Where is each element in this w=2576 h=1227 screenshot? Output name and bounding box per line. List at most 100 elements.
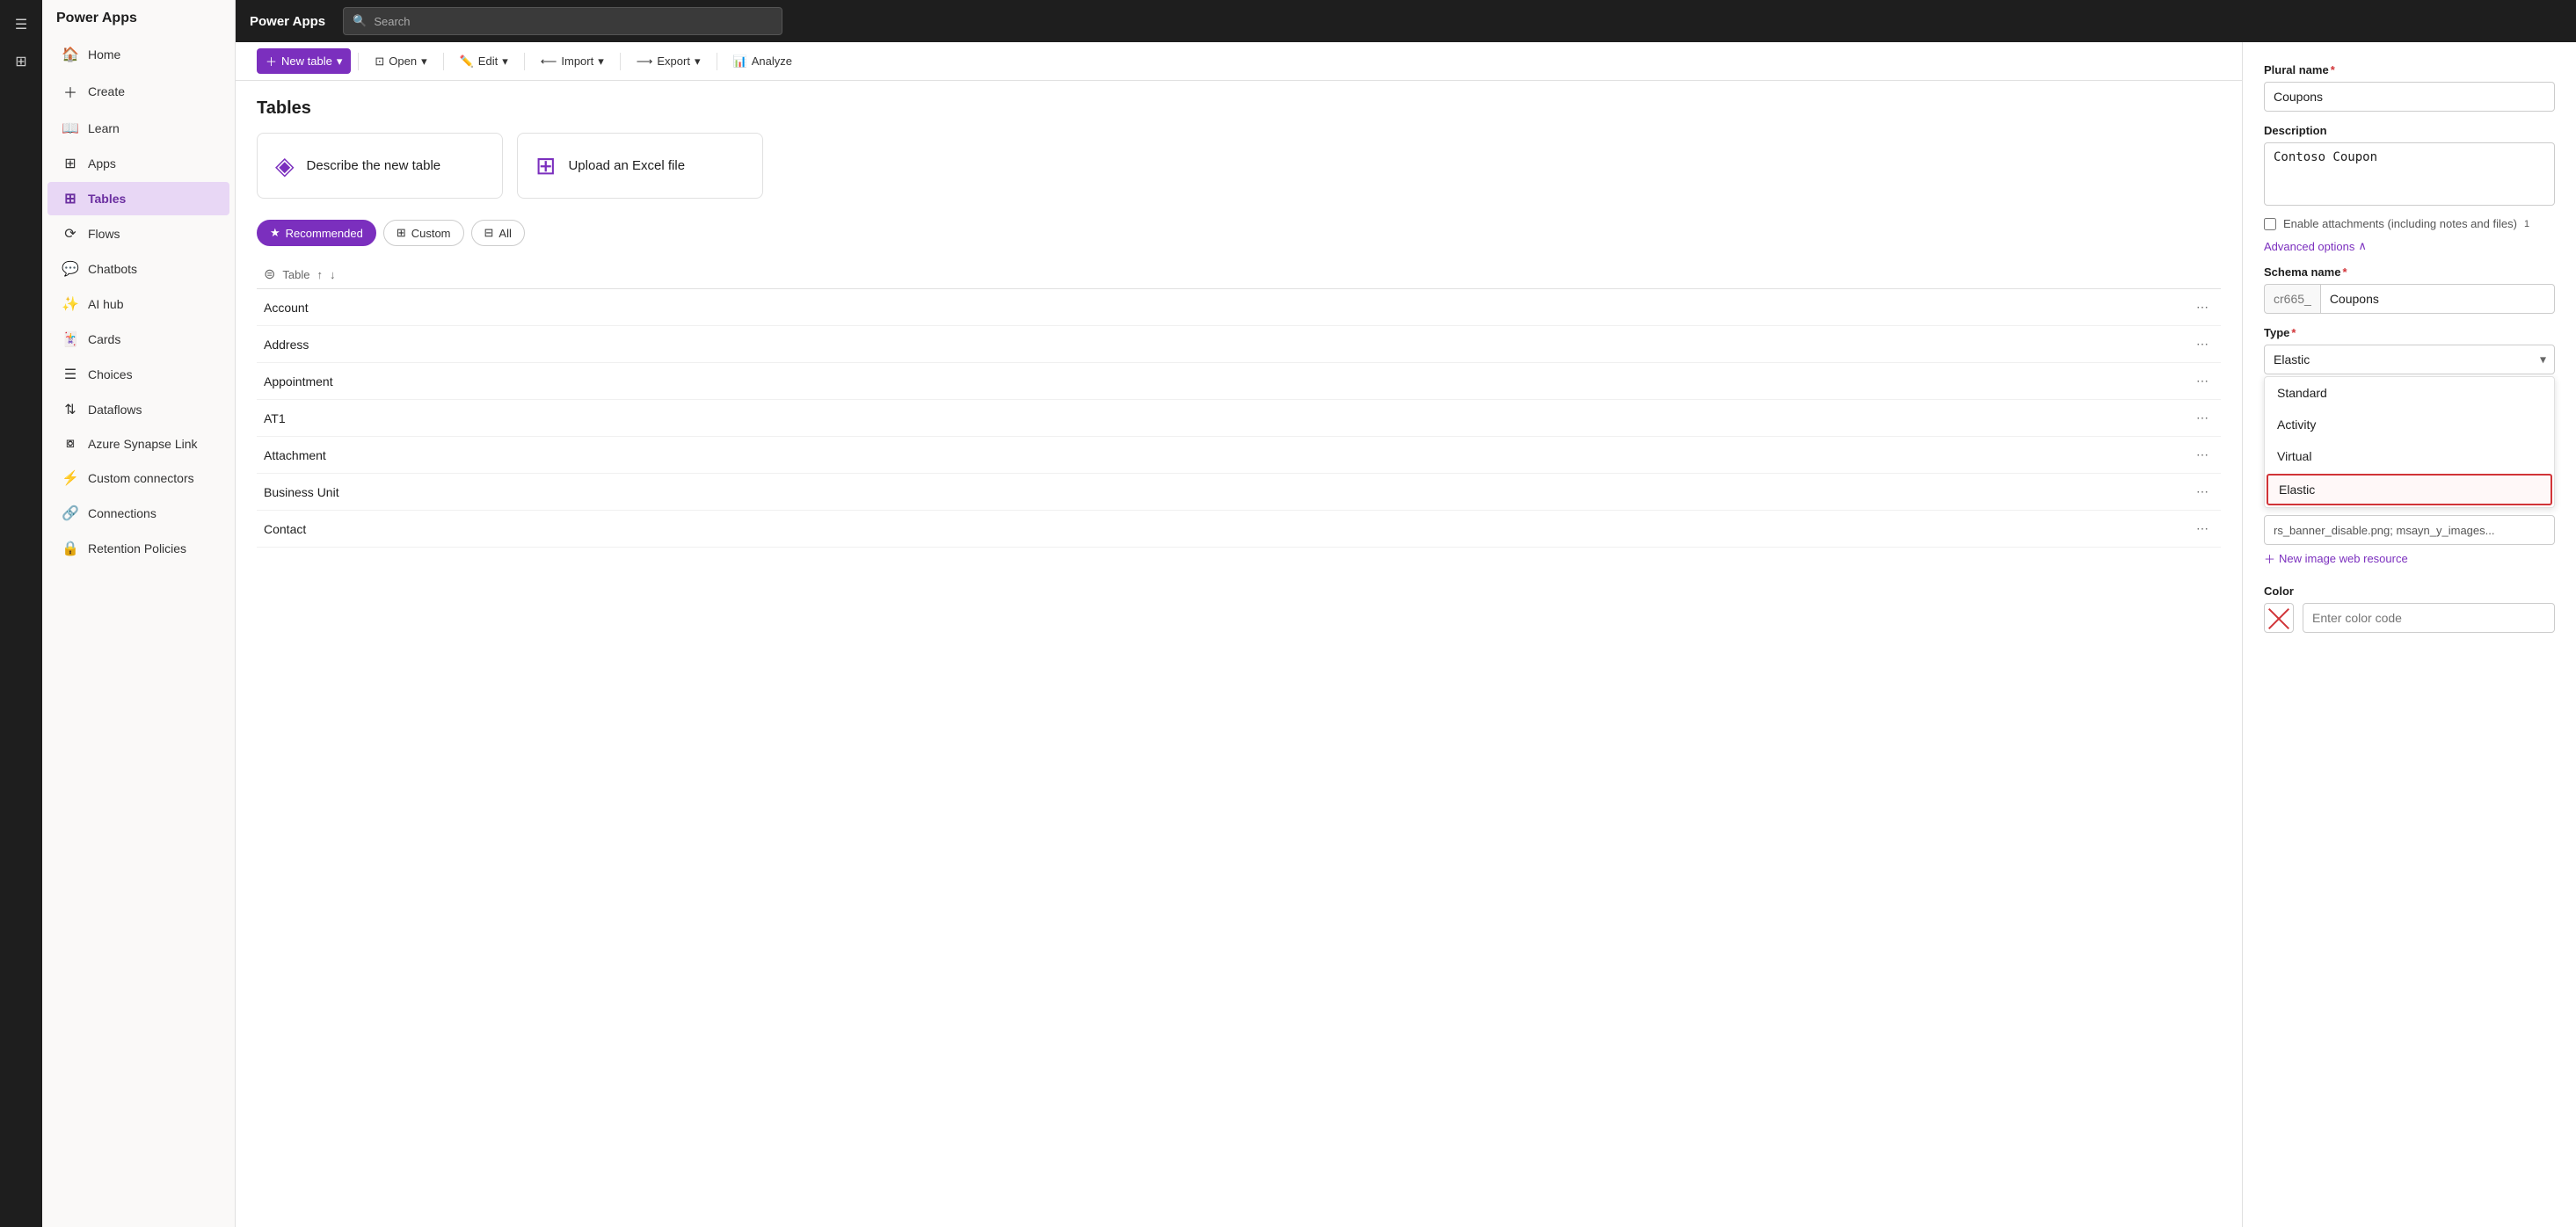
filter-label: All — [498, 227, 511, 240]
chevron-down-icon: ▾ — [337, 54, 343, 69]
sidebar-item-dataflows[interactable]: ⇅ Dataflows — [47, 393, 229, 426]
add-resource-label: New image web resource — [2279, 552, 2408, 565]
table-list-header: ⊜ Table ↑ ↓ — [257, 260, 2221, 289]
type-option-standard[interactable]: Standard — [2265, 377, 2554, 409]
attachments-superscript: 1 — [2524, 219, 2529, 229]
more-options-icon[interactable]: ⋯ — [2191, 372, 2214, 390]
sidebar-item-cards[interactable]: 🃏 Cards — [47, 323, 229, 356]
power-apps-logo: Power Apps — [56, 11, 137, 26]
more-options-icon[interactable]: ⋯ — [2191, 519, 2214, 538]
describe-table-card[interactable]: ◈ Describe the new table — [257, 133, 503, 199]
learn-icon: 📖 — [62, 120, 79, 137]
sidebar-item-create[interactable]: ＋ Create — [47, 73, 229, 110]
toolbar-divider-2 — [443, 53, 444, 70]
sidebar-item-azure-synapse[interactable]: ⧇ Azure Synapse Link — [47, 428, 229, 460]
toolbar-divider-3 — [524, 53, 525, 70]
search-placeholder: Search — [374, 15, 410, 28]
attachments-row: Enable attachments (including notes and … — [2264, 217, 2555, 230]
topbar: Power Apps 🔍 Search — [236, 0, 2576, 42]
filter-custom[interactable]: ⊞ Custom — [383, 220, 464, 246]
upload-excel-card[interactable]: ⊞ Upload an Excel file — [517, 133, 763, 199]
azure-synapse-icon: ⧇ — [62, 436, 79, 452]
sidebar-item-choices[interactable]: ☰ Choices — [47, 358, 229, 391]
sidebar-item-flows[interactable]: ⟳ Flows — [47, 217, 229, 250]
sidebar-item-label: Home — [88, 47, 120, 62]
sidebar-item-chatbots[interactable]: 💬 Chatbots — [47, 252, 229, 286]
more-options-icon[interactable]: ⋯ — [2191, 446, 2214, 464]
type-option-elastic[interactable]: Elastic — [2267, 474, 2552, 505]
hamburger-menu-icon[interactable]: ☰ — [5, 9, 37, 40]
table-row[interactable]: Attachment ⋯ — [257, 437, 2221, 474]
table-column-header: Table — [282, 268, 309, 281]
star-icon: ★ — [270, 226, 280, 240]
sidebar-item-custom-connectors[interactable]: ⚡ Custom connectors — [47, 461, 229, 495]
table-row[interactable]: Account ⋯ — [257, 289, 2221, 326]
filter-label: Custom — [411, 227, 451, 240]
sidebar-item-connections[interactable]: 🔗 Connections — [47, 497, 229, 530]
chevron-down-icon: ▾ — [598, 54, 604, 69]
analyze-button[interactable]: 📊 Analyze — [724, 50, 801, 73]
filter-tabs: ★ Recommended ⊞ Custom ⊟ All — [257, 220, 2221, 246]
description-input[interactable]: Contoso Coupon — [2264, 142, 2555, 206]
table-row[interactable]: Business Unit ⋯ — [257, 474, 2221, 511]
sidebar-item-label: Tables — [88, 192, 126, 206]
upload-icon: ⊞ — [535, 151, 556, 180]
describe-icon: ◈ — [275, 151, 295, 180]
sort-up-icon: ↑ — [317, 268, 323, 281]
type-dropdown-menu: Standard Activity Virtual Elastic — [2264, 376, 2555, 508]
export-button[interactable]: ⟶ Export ▾ — [628, 50, 709, 73]
schema-name-label: Schema name* — [2264, 265, 2555, 279]
plural-name-input[interactable] — [2264, 82, 2555, 112]
table-row[interactable]: AT1 ⋯ — [257, 400, 2221, 437]
ai-hub-icon: ✨ — [62, 295, 79, 313]
sidebar-item-label: Apps — [88, 156, 116, 171]
sidebar-item-tables[interactable]: ⊞ Tables — [47, 182, 229, 215]
open-button[interactable]: ⊡ Open ▾ — [366, 50, 435, 73]
type-label: Type* — [2264, 326, 2555, 339]
type-select[interactable]: Elastic — [2264, 345, 2555, 374]
sidebar-item-label: Connections — [88, 506, 156, 520]
more-options-icon[interactable]: ⋯ — [2191, 298, 2214, 316]
filter-recommended[interactable]: ★ Recommended — [257, 220, 376, 246]
sidebar-item-label: Retention Policies — [88, 541, 186, 555]
image-resource-input[interactable] — [2264, 515, 2555, 545]
filter-all[interactable]: ⊟ All — [471, 220, 525, 246]
chevron-down-icon: ▾ — [421, 54, 427, 69]
sidebar-item-home[interactable]: 🏠 Home — [47, 38, 229, 71]
sort-down-icon: ↓ — [330, 268, 336, 281]
color-swatch[interactable] — [2264, 603, 2294, 633]
sidebar: Power Apps 🏠 Home ＋ Create 📖 Learn ⊞ App… — [42, 0, 236, 1227]
new-table-button[interactable]: ＋ New table ▾ — [257, 48, 351, 74]
table-row[interactable]: Contact ⋯ — [257, 511, 2221, 548]
home-icon: 🏠 — [62, 46, 79, 63]
sidebar-item-retention[interactable]: 🔒 Retention Policies — [47, 532, 229, 565]
table-name: Appointment — [264, 374, 2191, 388]
advanced-options-toggle[interactable]: Advanced options ∧ — [2264, 239, 2555, 253]
create-icon: ＋ — [62, 81, 79, 102]
choices-icon: ☰ — [62, 366, 79, 383]
table-row[interactable]: Appointment ⋯ — [257, 363, 2221, 400]
edit-button[interactable]: ✏️ Edit ▾ — [451, 50, 517, 73]
attachments-checkbox[interactable] — [2264, 218, 2276, 230]
more-options-icon[interactable]: ⋯ — [2191, 409, 2214, 427]
upload-label: Upload an Excel file — [568, 158, 685, 173]
waffle-icon[interactable]: ⊞ — [5, 46, 37, 77]
more-options-icon[interactable]: ⋯ — [2191, 335, 2214, 353]
schema-input[interactable] — [2320, 284, 2555, 314]
grid-icon-all: ⊟ — [484, 226, 494, 240]
type-option-activity[interactable]: Activity — [2265, 409, 2554, 440]
color-input[interactable] — [2303, 603, 2555, 633]
table-row[interactable]: Address ⋯ — [257, 326, 2221, 363]
search-bar[interactable]: 🔍 Search — [343, 7, 782, 35]
add-image-resource-button[interactable]: ＋ New image web resource — [2264, 545, 2408, 572]
color-swatch-x — [2265, 604, 2293, 632]
sidebar-item-label: Choices — [88, 367, 133, 381]
import-button[interactable]: ⟵ Import ▾ — [532, 50, 613, 73]
type-option-virtual[interactable]: Virtual — [2265, 440, 2554, 472]
sidebar-item-learn[interactable]: 📖 Learn — [47, 112, 229, 145]
open-icon: ⊡ — [375, 54, 384, 69]
sidebar-item-label: Azure Synapse Link — [88, 437, 198, 451]
sidebar-item-apps[interactable]: ⊞ Apps — [47, 147, 229, 180]
sidebar-item-ai-hub[interactable]: ✨ AI hub — [47, 287, 229, 321]
more-options-icon[interactable]: ⋯ — [2191, 483, 2214, 501]
